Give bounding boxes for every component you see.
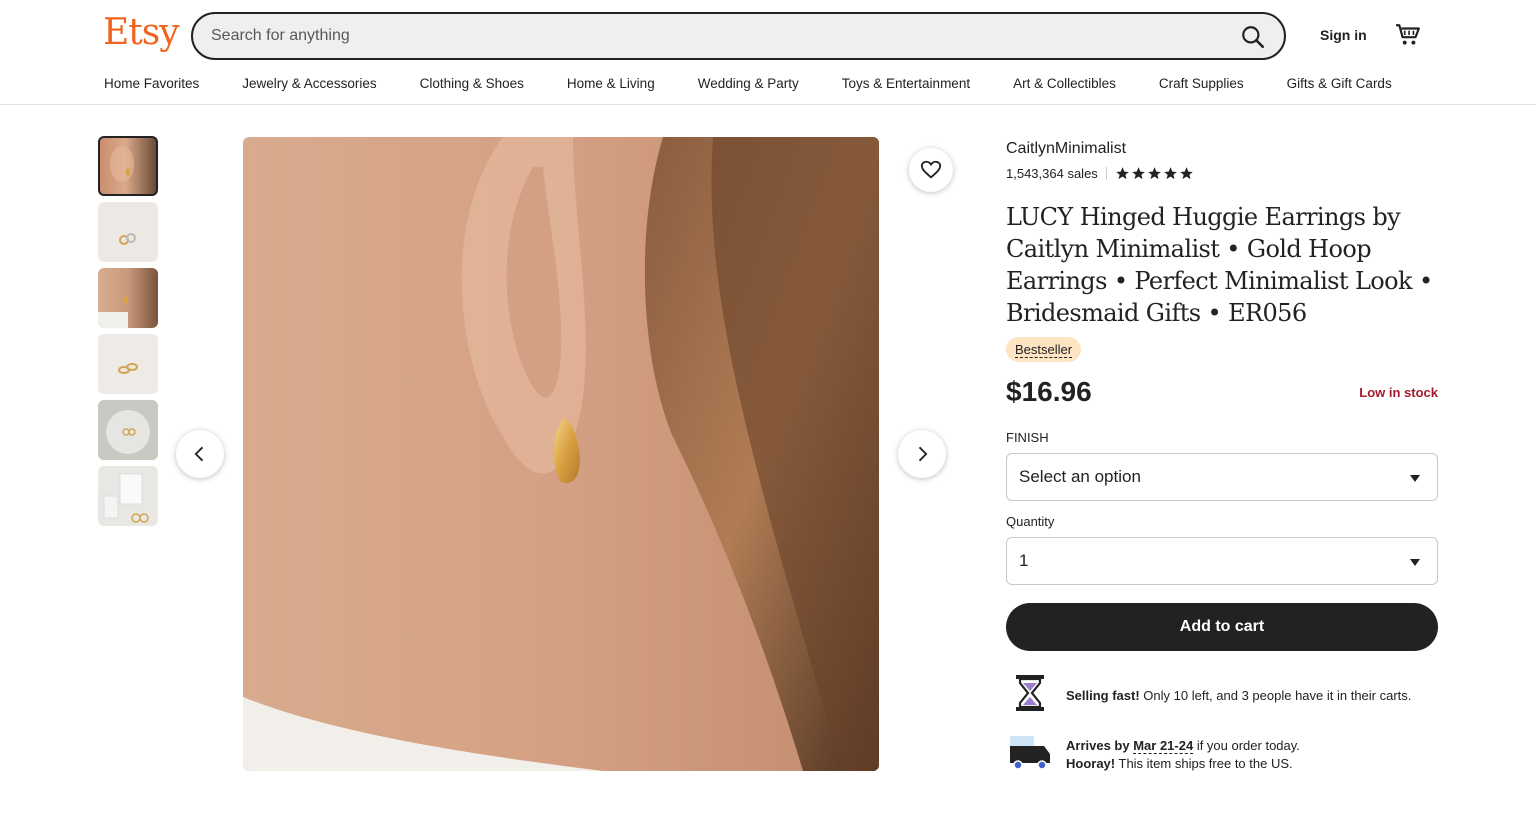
listing-title: LUCY Hinged Huggie Earrings by Caitlyn M…	[1006, 203, 1433, 327]
star-icon	[1148, 167, 1161, 180]
quantity-select[interactable]: 1	[1006, 537, 1438, 585]
search-icon[interactable]	[1240, 24, 1266, 50]
selling-fast-text: Only 10 left, and 3 people have it in th…	[1139, 688, 1412, 703]
search-bar[interactable]	[191, 12, 1286, 60]
nav-home-living[interactable]: Home & Living	[567, 76, 655, 91]
delivery-truck-icon	[1008, 734, 1052, 772]
thumbnail-1[interactable]	[98, 136, 158, 196]
free-shipping-text: This item ships free to the US.	[1115, 756, 1293, 771]
shop-sales-rating: 1,543,364 sales	[1006, 166, 1194, 181]
category-nav: Home Favorites Jewelry & Accessories Clo…	[104, 76, 1392, 91]
arrives-text: if you order today.	[1193, 738, 1300, 753]
nav-gifts[interactable]: Gifts & Gift Cards	[1287, 76, 1392, 91]
nav-toys[interactable]: Toys & Entertainment	[842, 76, 970, 91]
cart-icon[interactable]	[1395, 22, 1421, 48]
star-icon	[1164, 167, 1177, 180]
badge-label: Bestseller	[1015, 342, 1073, 358]
arrives-bold: Arrives by	[1066, 738, 1130, 753]
selling-fast-note: Selling fast! Only 10 left, and 3 people…	[1066, 687, 1411, 705]
star-icon	[1180, 167, 1193, 180]
nav-wedding[interactable]: Wedding & Party	[698, 76, 799, 91]
hourglass-icon	[1012, 674, 1048, 712]
quantity-label: Quantity	[1006, 514, 1055, 529]
thumbnail-list	[98, 136, 158, 532]
chevron-left-icon	[194, 446, 204, 462]
sign-in-link[interactable]: Sign in	[1320, 27, 1367, 43]
add-to-cart-button[interactable]: Add to cart	[1006, 603, 1438, 651]
thumbnail-6[interactable]	[98, 466, 158, 526]
search-input[interactable]	[211, 24, 1191, 48]
nav-art[interactable]: Art & Collectibles	[1013, 76, 1116, 91]
divider	[1105, 167, 1107, 180]
star-icon	[1132, 167, 1145, 180]
stock-status: Low in stock	[1359, 385, 1438, 400]
nav-craft[interactable]: Craft Supplies	[1159, 76, 1244, 91]
nav-home-favorites[interactable]: Home Favorites	[104, 76, 199, 91]
nav-clothing[interactable]: Clothing & Shoes	[420, 76, 524, 91]
caret-down-icon	[1410, 559, 1420, 566]
heart-icon	[920, 160, 942, 179]
favorite-button[interactable]	[909, 148, 953, 192]
nav-jewelry[interactable]: Jewelry & Accessories	[242, 76, 376, 91]
thumbnail-4[interactable]	[98, 334, 158, 394]
bestseller-badge[interactable]: Bestseller	[1006, 337, 1082, 362]
thumbnail-3[interactable]	[98, 268, 158, 328]
hooray-bold: Hooray!	[1066, 756, 1116, 771]
next-image-button[interactable]	[898, 430, 946, 478]
product-image[interactable]	[243, 137, 879, 771]
shop-name-link[interactable]: CaitlynMinimalist	[1006, 140, 1126, 158]
star-icon	[1116, 167, 1129, 180]
prev-image-button[interactable]	[176, 430, 224, 478]
delivery-date-link[interactable]: Mar 21-24	[1133, 738, 1194, 754]
delivery-note: Arrives by Mar 21-24 if you order today.…	[1066, 737, 1300, 773]
etsy-logo[interactable]: Etsy	[103, 12, 180, 53]
finish-label: FINISH	[1006, 430, 1049, 445]
site-header: Etsy Sign in Home Favorites Jewelry & Ac…	[0, 0, 1536, 105]
chevron-right-icon	[918, 446, 928, 462]
caret-down-icon	[1410, 475, 1420, 482]
finish-select[interactable]: Select an option	[1006, 453, 1438, 501]
finish-selected-value: Select an option	[1019, 467, 1141, 486]
thumbnail-2[interactable]	[98, 202, 158, 262]
thumbnail-5[interactable]	[98, 400, 158, 460]
sales-count: 1,543,364 sales	[1006, 166, 1098, 181]
price: $16.96	[1006, 376, 1092, 407]
quantity-selected-value: 1	[1019, 551, 1029, 570]
selling-fast-bold: Selling fast!	[1066, 688, 1140, 703]
star-rating[interactable]	[1115, 166, 1194, 181]
